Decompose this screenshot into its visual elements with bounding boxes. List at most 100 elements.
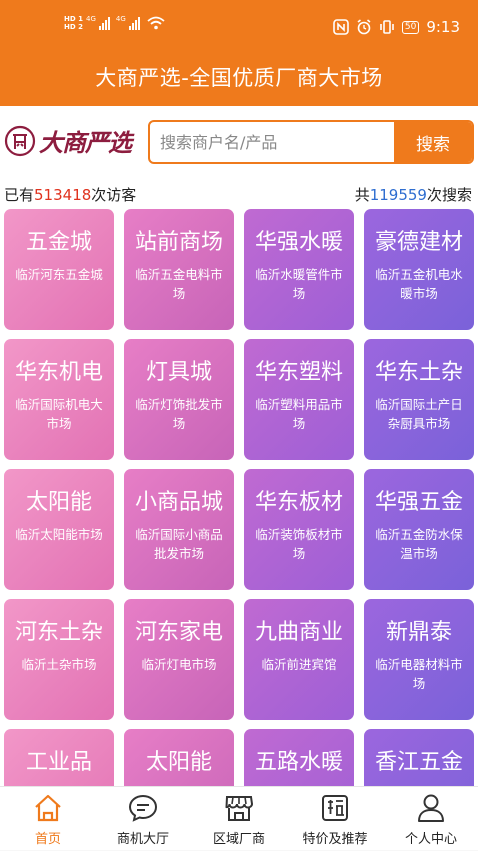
chat-icon [128,794,158,822]
hd-tag-1: HD 1 [64,15,83,23]
tab-label: 特价及推荐 [302,832,368,847]
market-tile[interactable]: 华东机电临沂国际机电大市场 [4,339,114,460]
market-tile[interactable]: 华东塑料 临沂塑料用品市场 [244,339,354,460]
price-tag-icon [322,795,348,821]
market-tile[interactable]: 华东土杂临沂国际土产日杂厨具市场 [364,339,474,460]
tab-regional[interactable]: 区域厂商 [191,787,287,851]
signal-icon-2 [128,16,140,30]
tab-label: 首页 [34,832,61,847]
tab-opportunities[interactable]: 商机大厅 [95,787,191,851]
hd-tags: HD 1 HD 2 [64,15,83,31]
market-tile[interactable]: 五路水暖 [244,729,354,786]
market-desc: 临沂前进宾馆 [261,657,337,672]
market-name: 九曲商业 [254,620,343,645]
market-tile[interactable]: 站前商场临沂五金电料市场 [124,209,234,330]
market-tile[interactable]: 华强五金临沂五金防水保温市场 [364,469,474,590]
hd-tag-2: HD 2 [64,23,83,31]
search-count-suffix: 次搜索 [426,186,472,204]
market-tile[interactable]: 太阳能临沂太阳能市场 [4,469,114,590]
vibrate-icon [380,20,394,34]
tab-label: 个人中心 [404,832,457,847]
market-desc: 临沂五金机电水暖市场 [375,267,463,301]
market-desc: 临沂国际机电大市场 [15,397,103,431]
clock: 9:13 [426,18,460,36]
market-desc: 临沂国际小商品批发市场 [135,527,223,561]
market-name: 五路水暖 [254,750,343,775]
market-desc: 临沂国际土产日杂厨具市场 [375,397,463,431]
market-name: 豪德建材 [374,230,463,255]
user-icon [418,794,444,822]
status-bar: HD 1 HD 2 4G 4G 50 9:13 [0,0,478,56]
battery-icon: 50 [401,20,420,34]
network-type-2: 4G [115,15,126,23]
market-desc: 临沂太阳能市场 [15,527,103,542]
nfc-icon [333,19,349,35]
market-name: 小商品城 [134,490,223,515]
market-desc: 临沂电器材料市场 [375,657,463,691]
alarm-icon [357,19,371,35]
visitor-count-value: 513418 [34,186,92,204]
market-grid: 五金城临沂河东五金城 站前商场临沂五金电料市场 华强水暖 临沂水暖管件市场 豪德建… [0,208,478,786]
app-logo: 大商严选 [4,123,132,158]
market-name: 河东土杂 [14,620,103,645]
search-button[interactable]: 搜索 [394,122,472,162]
signal-icon-1 [98,16,110,30]
market-tile[interactable]: 华东板材临沂装饰板材市场 [244,469,354,590]
search-count-prefix: 共 [354,186,370,204]
market-desc: 临沂河东五金城 [15,267,103,282]
wifi-icon [147,16,165,30]
market-tile[interactable]: 河东家电 临沂灯电市场 [124,599,234,720]
market-tile[interactable]: 太阳能 [124,729,234,786]
search-input[interactable] [150,122,416,162]
tab-deals[interactable]: 特价及推荐 [287,787,383,851]
visitor-count-prefix: 已有 [4,186,35,204]
market-tile[interactable]: 豪德建材临沂五金机电水暖市场 [364,209,474,330]
market-tile[interactable]: 工业品 [4,729,114,786]
market-name: 香江五金 [374,750,463,775]
market-name: 华强水暖 [254,230,343,255]
market-tile[interactable]: 香江五金 [364,729,474,786]
market-tile[interactable]: 九曲商业临沂前进宾馆 [244,599,354,720]
visitor-count-suffix: 次访客 [91,186,137,204]
market-desc: 临沂装饰板材市场 [255,527,343,561]
app-header: HD 1 HD 2 4G 4G 50 9:13 大商严选-全国优质厂商大市场 [0,0,478,106]
market-name: 华东土杂 [374,360,463,385]
status-bar-right: 50 9:13 [333,18,460,36]
market-desc: 临沂五金防水保温市场 [375,527,463,561]
tab-profile[interactable]: 个人中心 [383,787,478,851]
market-tile[interactable]: 灯具城临沂灯饰批发市场 [124,339,234,460]
network-type-1: 4G [85,15,96,23]
market-tile[interactable]: 河东土杂临沂土杂市场 [4,599,114,720]
market-desc: 临沂灯饰批发市场 [135,397,223,431]
market-desc: 临沂灯电市场 [141,657,217,672]
market-tile[interactable]: 小商品城临沂国际小商品批发市场 [124,469,234,590]
market-desc: 临沂土杂市场 [21,657,97,672]
store-icon [225,796,254,821]
visitor-count: 已有513418次访客 [4,184,136,205]
bottom-tab-bar: 首页 商机大厅 区域厂商 特价及推荐 个人中心 [0,786,478,850]
market-name: 五金城 [25,230,92,255]
market-name: 华东板材 [254,490,343,515]
stats-bar: 已有513418次访客 共119559次搜索 [0,178,478,208]
search-count: 共119559次搜索 [355,184,472,205]
market-tile[interactable]: 新鼎泰临沂电器材料市场 [364,599,474,720]
market-tile[interactable]: 五金城临沂河东五金城 [4,209,114,330]
market-tile[interactable]: 华强水暖 临沂水暖管件市场 [244,209,354,330]
search-count-value: 119559 [369,186,427,204]
market-name: 华强五金 [374,490,463,515]
market-name: 工业品 [25,750,92,775]
market-name: 灯具城 [145,360,212,385]
market-name: 站前商场 [134,230,223,255]
market-name: 华东机电 [14,360,103,385]
tab-label: 区域厂商 [212,832,265,847]
page-title: 大商严选-全国优质厂商大市场 [95,66,383,90]
market-name: 华东塑料 [254,360,343,385]
market-name: 太阳能 [25,490,92,515]
market-name: 新鼎泰 [385,620,452,645]
tab-home[interactable]: 首页 [0,787,96,851]
home-icon [35,794,61,822]
market-desc: 临沂五金电料市场 [135,267,223,301]
tab-label: 商机大厅 [116,832,169,847]
logo-text: 大商严选 [39,128,132,157]
search-bar: 搜索 [148,120,474,164]
